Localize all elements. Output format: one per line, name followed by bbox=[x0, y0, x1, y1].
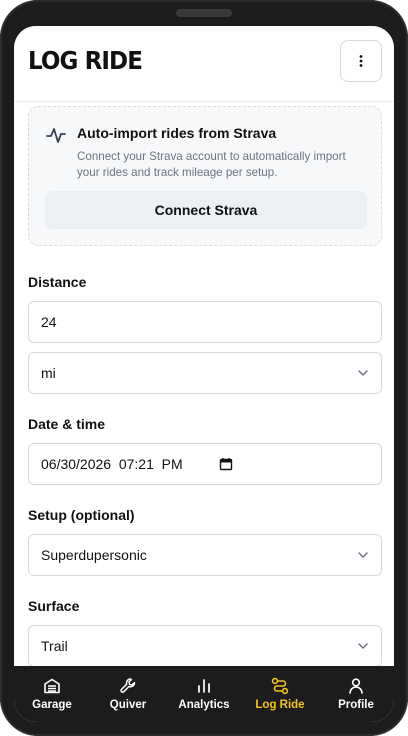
page-title: LOG RIDE bbox=[28, 46, 143, 75]
vertical-dots-icon bbox=[359, 55, 363, 67]
setup-label: Setup (optional) bbox=[28, 507, 135, 523]
strava-card-description: Connect your Strava account to automatic… bbox=[77, 150, 346, 179]
tab-analytics[interactable]: Analytics bbox=[166, 666, 242, 722]
bottom-tab-bar: Garage Quiver Analytics Log Ride Profile bbox=[14, 666, 394, 722]
distance-label: Distance bbox=[28, 274, 87, 290]
app-header: LOG RIDE bbox=[14, 26, 394, 102]
distance-value: 24 bbox=[41, 314, 57, 330]
calendar-icon[interactable] bbox=[219, 457, 233, 471]
more-menu-button[interactable] bbox=[340, 40, 382, 82]
activity-pulse-icon bbox=[46, 128, 66, 143]
chevron-down-icon bbox=[358, 552, 368, 558]
distance-unit-value: mi bbox=[41, 365, 56, 381]
phone-frame: LOG RIDE Auto-import rides from Strava C… bbox=[0, 0, 408, 736]
app-screen: LOG RIDE Auto-import rides from Strava C… bbox=[14, 26, 394, 722]
tab-garage[interactable]: Garage bbox=[14, 666, 90, 722]
strava-import-card: Auto-import rides from Strava Connect yo… bbox=[28, 106, 382, 246]
tab-profile[interactable]: Profile bbox=[318, 666, 394, 722]
strava-card-title: Auto-import rides from Strava bbox=[77, 125, 277, 141]
garage-icon bbox=[44, 678, 60, 694]
distance-input[interactable]: 24 bbox=[28, 301, 382, 343]
chevron-down-icon bbox=[358, 370, 368, 376]
connect-strava-button[interactable]: Connect Strava bbox=[45, 191, 367, 229]
tab-label: Garage bbox=[32, 699, 72, 711]
route-icon bbox=[271, 677, 289, 695]
setup-value: Superdupersonic bbox=[41, 547, 147, 563]
setup-select[interactable]: Superdupersonic bbox=[28, 534, 382, 576]
user-icon bbox=[349, 678, 363, 694]
tab-label: Analytics bbox=[178, 699, 230, 711]
datetime-label: Date & time bbox=[28, 416, 106, 432]
tab-label: Log Ride bbox=[255, 699, 305, 711]
datetime-value: 06/30/2026 07:21 PM bbox=[41, 456, 183, 472]
surface-label: Surface bbox=[28, 598, 80, 614]
surface-select[interactable]: Trail bbox=[28, 625, 382, 667]
tab-label: Quiver bbox=[109, 699, 147, 711]
datetime-input[interactable]: 06/30/2026 07:21 PM bbox=[28, 443, 382, 485]
surface-value: Trail bbox=[41, 638, 68, 654]
tab-log-ride[interactable]: Log Ride bbox=[242, 666, 318, 722]
tab-label: Profile bbox=[338, 699, 374, 711]
tab-quiver[interactable]: Quiver bbox=[90, 666, 166, 722]
distance-unit-select[interactable]: mi bbox=[28, 352, 382, 394]
phone-speaker bbox=[176, 9, 232, 17]
chevron-down-icon bbox=[358, 643, 368, 649]
bar-chart-icon bbox=[198, 679, 210, 693]
wrench-icon bbox=[120, 678, 136, 693]
